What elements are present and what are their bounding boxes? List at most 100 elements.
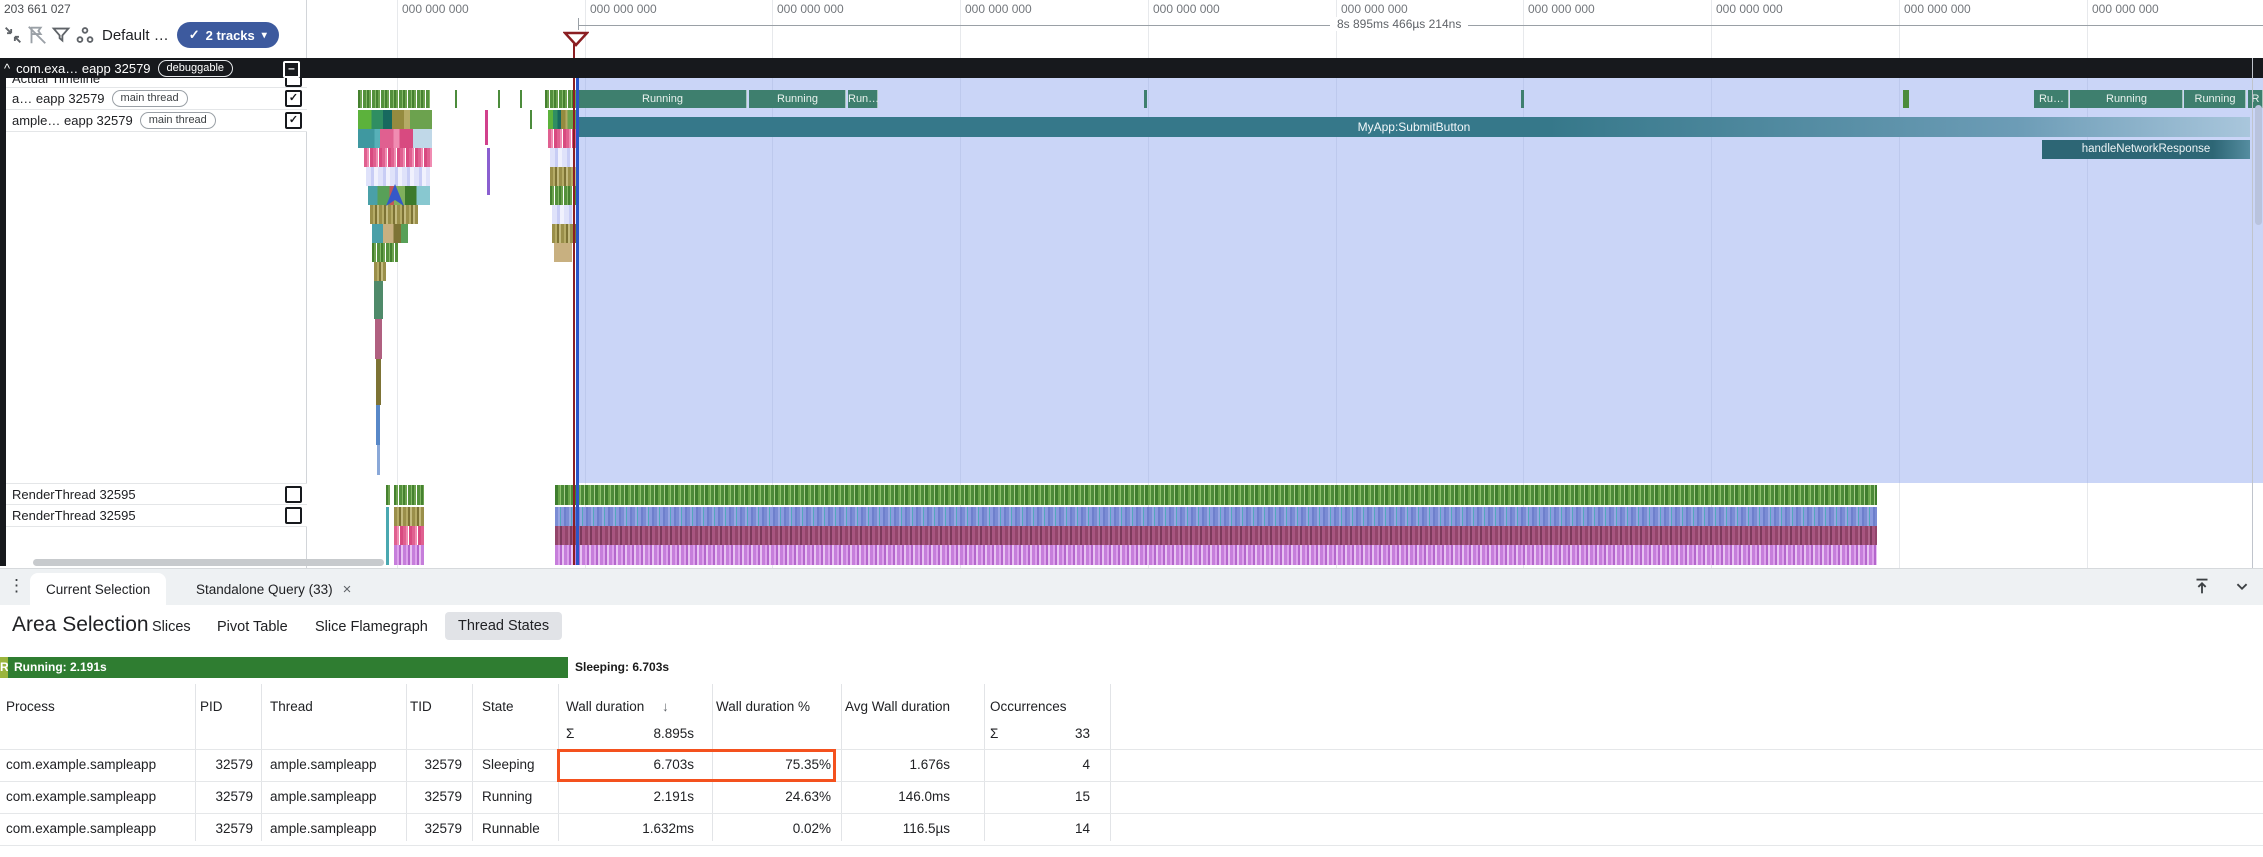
breakdown-runnable-segment[interactable]: R	[0, 657, 8, 678]
track-row-actual-timeline[interactable]: Actual Timeline	[6, 78, 307, 88]
col-header-occurrences[interactable]: Occurrences	[990, 699, 1067, 714]
table-row-running[interactable]: com.example.sampleapp 32579 ample.sample…	[0, 781, 2263, 813]
col-header-tid[interactable]: TID	[410, 699, 432, 714]
view-tab-slices[interactable]: Slices	[152, 619, 191, 635]
track-checkbox-checked[interactable]: ✓	[285, 112, 302, 129]
vertical-scrollbar[interactable]	[2255, 105, 2262, 225]
slice[interactable]	[487, 148, 490, 195]
table-row-runnable[interactable]: com.example.sampleapp 32579 ample.sample…	[0, 813, 2263, 845]
slice-stack[interactable]	[554, 243, 572, 262]
workspace-icon[interactable]	[74, 24, 96, 46]
running-slice[interactable]	[1521, 90, 1524, 108]
timeline-toolbar: Default … ✓ 2 tracks ▾	[2, 22, 305, 48]
debuggable-badge: debuggable	[158, 60, 234, 77]
process-group-header[interactable]: ^ com.exa… eapp 32579 debuggable	[0, 58, 2263, 78]
runnable-slice[interactable]	[1903, 90, 1909, 108]
area-selection-overlay[interactable]	[578, 78, 2263, 483]
renderthread-slices[interactable]	[555, 545, 1877, 565]
running-slice[interactable]	[1144, 90, 1147, 108]
slice-stack[interactable]	[358, 110, 432, 129]
collapse-selection-icon[interactable]	[2, 24, 24, 46]
track-checkbox-unchecked[interactable]	[285, 507, 302, 524]
slice-stack[interactable]	[376, 405, 380, 445]
renderthread-state-slices[interactable]	[394, 485, 424, 505]
col-header-wall-duration[interactable]: Wall duration	[566, 699, 644, 714]
slice[interactable]	[485, 110, 488, 145]
tracks-filter-button[interactable]: ✓ 2 tracks ▾	[177, 22, 279, 48]
tab-menu-kebab-icon[interactable]: ⋮	[8, 576, 22, 596]
track-row-thread-slices[interactable]: ample… eapp 32579 main thread ✓	[6, 110, 307, 132]
running-slice[interactable]: Running	[2184, 90, 2246, 108]
renderthread-slices[interactable]	[394, 507, 424, 526]
collapse-chevron-icon[interactable]: ^	[4, 61, 10, 76]
selection-start-line[interactable]	[576, 58, 579, 565]
slice-stack[interactable]	[377, 445, 380, 475]
col-header-wall-duration-pct[interactable]: Wall duration %	[716, 699, 810, 714]
cell-pid: 32579	[193, 781, 253, 813]
breakdown-running-segment[interactable]: Running: 2.191s	[8, 657, 568, 678]
chevron-down-icon[interactable]	[2231, 575, 2253, 597]
workspace-name[interactable]: Default …	[102, 27, 169, 44]
slice-stack[interactable]	[374, 262, 386, 281]
track-label: Actual Timeline	[12, 78, 100, 86]
slice-stack[interactable]	[372, 224, 408, 243]
slice-myapp-submitbutton[interactable]: MyApp:SubmitButton	[578, 117, 2250, 137]
close-tab-icon[interactable]: ×	[343, 581, 352, 598]
renderthread-state-slices[interactable]	[555, 485, 1877, 505]
col-header-avg-wall-duration[interactable]: Avg Wall duration	[845, 699, 950, 714]
horizontal-scrollbar[interactable]	[33, 559, 384, 566]
cell-thread: ample.sampleapp	[270, 749, 400, 781]
col-header-state[interactable]: State	[482, 699, 514, 714]
slice-handlenetworkresponse[interactable]: handleNetworkResponse	[2042, 140, 2250, 159]
thread-state-slice[interactable]	[520, 90, 522, 108]
col-header-pid[interactable]: PID	[200, 699, 223, 714]
dock-to-top-icon[interactable]	[2191, 575, 2213, 597]
running-slice[interactable]: Running	[2070, 90, 2183, 108]
renderthread-slices[interactable]	[555, 507, 1877, 526]
renderthread-slice[interactable]	[386, 507, 389, 565]
tab-current-selection[interactable]: Current Selection	[30, 573, 166, 606]
slice-stack[interactable]	[375, 319, 382, 359]
view-tab-slice-flamegraph[interactable]: Slice Flamegraph	[315, 619, 428, 635]
renderthread-state-slices[interactable]	[386, 485, 391, 505]
process-group-title: com.exa… eapp 32579	[16, 61, 150, 76]
running-slice[interactable]: Ru…	[2034, 90, 2069, 108]
track-checkbox[interactable]	[285, 78, 302, 87]
track-row-thread-state[interactable]: a… eapp 32579 main thread ✓	[6, 88, 307, 110]
slice-stack[interactable]	[376, 359, 381, 405]
thread-state-slice[interactable]	[455, 90, 457, 108]
slice-stack[interactable]	[548, 110, 576, 129]
track-checkbox-checked[interactable]: ✓	[285, 90, 302, 107]
table-row-sleeping[interactable]: com.example.sampleapp 32579 ample.sample…	[0, 749, 2263, 781]
renderthread-slices[interactable]	[555, 526, 1877, 545]
thread-state-slices[interactable]	[358, 90, 430, 108]
col-header-thread[interactable]: Thread	[270, 699, 313, 714]
group-checkbox-indeterminate[interactable]: –	[283, 61, 300, 78]
track-row-renderthread-2[interactable]: RenderThread 32595	[6, 505, 307, 527]
timeline-marker-icon[interactable]	[563, 31, 589, 47]
breakdown-sleeping-label[interactable]: Sleeping: 6.703s	[575, 657, 669, 678]
slice-stack[interactable]	[548, 129, 576, 148]
running-slice[interactable]: Running	[578, 90, 747, 108]
tab-standalone-query[interactable]: Standalone Query (33) ×	[180, 573, 367, 606]
running-slice[interactable]: Run…	[848, 90, 878, 108]
running-slice[interactable]: Running	[749, 90, 846, 108]
slice-stack[interactable]	[370, 205, 418, 224]
sort-desc-icon[interactable]: ↓	[662, 699, 669, 714]
track-row-renderthread-1[interactable]: RenderThread 32595	[6, 483, 307, 505]
view-tab-pivot-table[interactable]: Pivot Table	[217, 619, 288, 635]
filter-icon[interactable]	[50, 24, 72, 46]
col-header-process[interactable]: Process	[6, 699, 55, 714]
flag-off-icon[interactable]	[26, 24, 48, 46]
slice-stack[interactable]	[374, 281, 383, 319]
slice-stack[interactable]	[364, 148, 432, 167]
renderthread-slices[interactable]	[394, 545, 424, 565]
slice-stack[interactable]	[372, 243, 398, 262]
marker-line[interactable]	[573, 44, 575, 565]
slice[interactable]	[530, 110, 532, 129]
slice-stack[interactable]	[358, 129, 432, 148]
track-checkbox-unchecked[interactable]	[285, 486, 302, 503]
renderthread-slices[interactable]	[394, 526, 424, 545]
view-tab-thread-states-selected[interactable]: Thread States	[445, 612, 562, 640]
thread-state-slice[interactable]	[498, 90, 500, 108]
